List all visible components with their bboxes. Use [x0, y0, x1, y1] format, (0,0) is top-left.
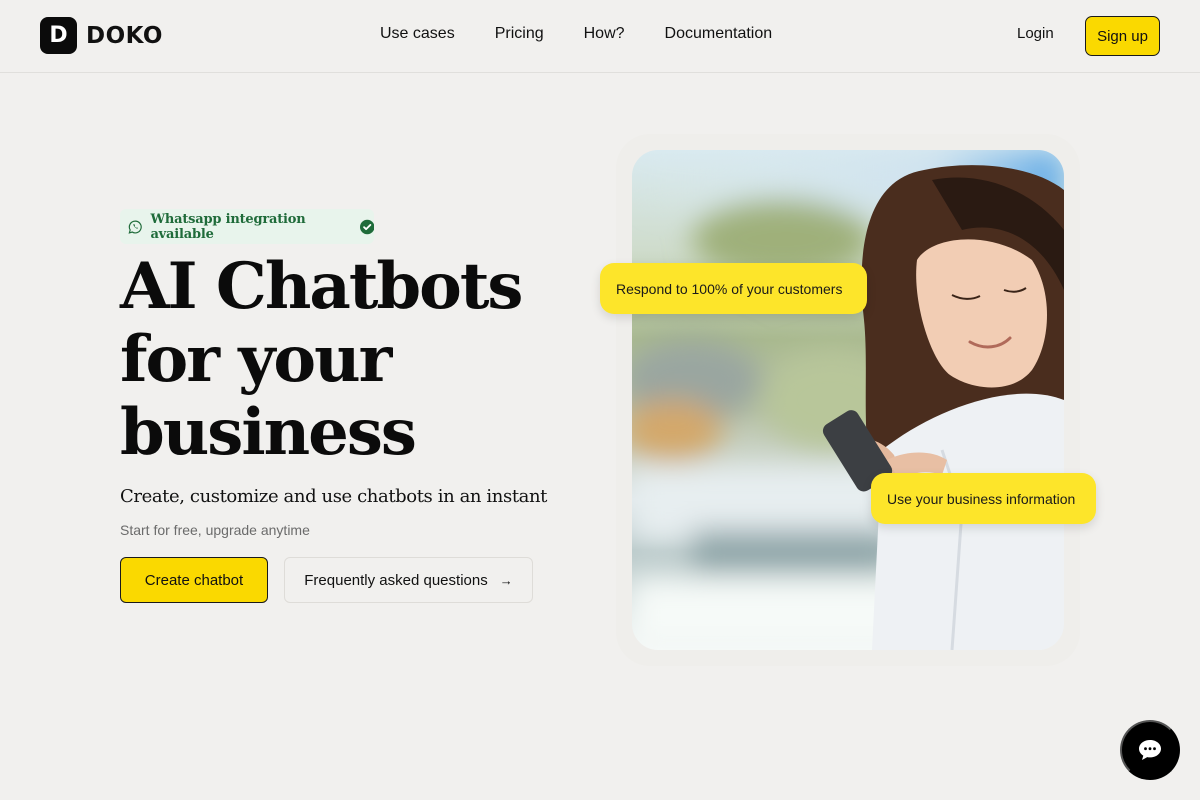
arrow-right-icon: → [499, 572, 513, 588]
hero-subhead: Create, customize and use chatbots in an… [120, 486, 548, 507]
bubble-text: Respond to 100% of your customers [616, 280, 843, 297]
nav-how[interactable]: How? [584, 24, 625, 44]
faq-button-label: Frequently asked questions [304, 571, 488, 589]
login-link[interactable]: Login [1017, 25, 1054, 42]
bubble-text: Use your business information [887, 490, 1076, 507]
logo-mark: D [40, 17, 77, 54]
faq-button[interactable]: Frequently asked questions → [284, 557, 533, 603]
logo-link[interactable]: D DOKO [40, 17, 163, 54]
main-nav: Use cases Pricing How? Documentation [380, 24, 812, 44]
site-header: D DOKO Use cases Pricing How? Documentat… [0, 0, 1200, 73]
nav-documentation[interactable]: Documentation [665, 24, 773, 44]
hero-photo [632, 150, 1064, 650]
chat-bubble-icon [1139, 740, 1161, 760]
nav-pricing[interactable]: Pricing [495, 24, 544, 44]
badge-text: Whatsapp integration available [150, 211, 306, 242]
chat-widget-button[interactable] [1120, 720, 1180, 780]
photo-illustration [632, 150, 1064, 650]
whatsapp-icon [128, 220, 142, 234]
logo-mark-letter: D [49, 22, 68, 48]
logo-text: DOKO [86, 22, 163, 49]
whatsapp-badge: Whatsapp integration available [120, 209, 374, 244]
feature-bubble-respond: Respond to 100% of your customers [600, 263, 867, 314]
signup-button[interactable]: Sign up [1085, 16, 1160, 56]
feature-bubble-business-info: Use your business information [871, 473, 1096, 524]
create-chatbot-button[interactable]: Create chatbot [120, 557, 268, 603]
nav-use-cases[interactable]: Use cases [380, 24, 455, 44]
check-circle-icon [359, 219, 374, 234]
hero-subtext: Start for free, upgrade anytime [120, 522, 310, 538]
hero-headline: AI Chatbots for your business [120, 249, 523, 470]
